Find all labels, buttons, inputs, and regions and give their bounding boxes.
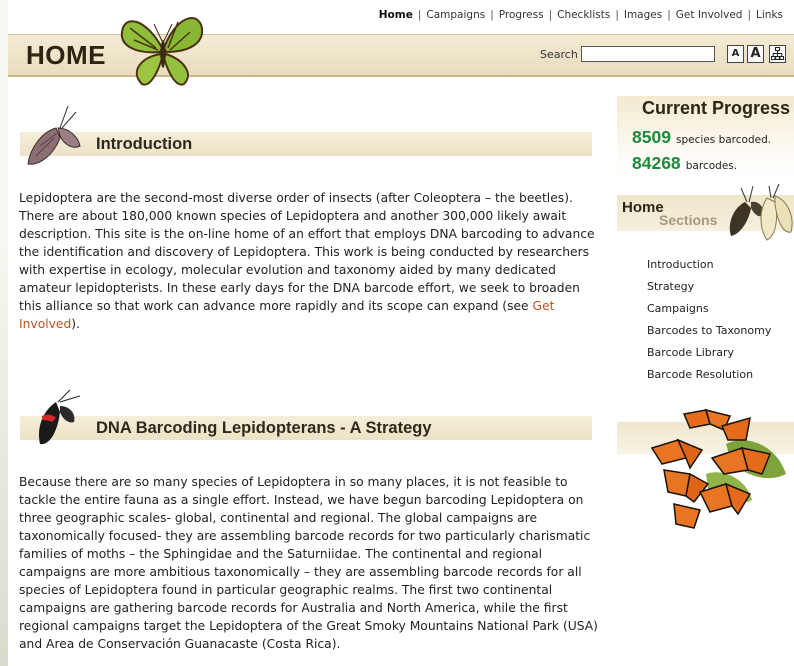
moths-pair-icon [729,183,793,241]
current-progress-title: Current Progress [642,98,791,118]
nav-checklists[interactable]: Checklists [552,9,615,21]
page-title: HOME [26,40,106,70]
section-link-barcode-resolution[interactable]: Barcode Resolution [647,364,771,386]
monarch-butterflies-image [650,408,786,529]
barcodes-stat: 84268 barcodes. [632,153,737,174]
home-sections-home-label: Home [622,199,664,216]
barcode-count: 84268 [632,153,681,173]
section-heading-strategy: DNA Barcoding Lepidopterans - A Strategy [20,416,592,440]
top-navigation: Home | Campaigns | Progress | Checklists | Image… [374,9,788,21]
font-size-small-button[interactable]: A [727,45,744,63]
malachite-butterfly-logo [120,17,204,86]
font-size-large-button[interactable]: A [747,45,764,63]
section-link-barcodes-to-taxonomy[interactable]: Barcodes to Taxonomy [647,320,771,342]
section-link-introduction[interactable]: Introduction [647,254,771,276]
strategy-paragraph: Because there are so many species of Lep… [19,475,598,651]
home-sections-list: Introduction Strategy Campaigns Barcodes… [647,254,771,386]
nav-get-involved[interactable]: Get Involved [671,9,748,21]
section-link-barcode-library[interactable]: Barcode Library [647,342,771,364]
nav-links[interactable]: Links [751,9,788,21]
introduction-paragraph: Lepidoptera are the second-most diverse … [19,191,595,331]
section-heading-introduction: Introduction [20,132,592,156]
red-moth-icon [38,389,81,445]
search-label: Search [540,48,578,61]
strategy-heading: DNA Barcoding Lepidopterans - A Strategy [96,419,432,437]
species-barcoded-stat: 8509 species barcoded. [632,127,771,148]
nav-images[interactable]: Images [619,9,667,21]
nav-campaigns[interactable]: Campaigns [421,9,490,21]
nav-home[interactable]: Home [374,9,418,21]
species-label: species barcoded. [676,134,772,146]
sitemap-button[interactable] [769,45,786,63]
nav-progress[interactable]: Progress [494,9,549,21]
section-link-strategy[interactable]: Strategy [647,276,771,298]
moth-icon [27,105,81,165]
species-count: 8509 [632,127,671,147]
introduction-heading: Introduction [96,135,193,153]
section-link-campaigns[interactable]: Campaigns [647,298,771,320]
barcode-label: barcodes. [685,160,738,172]
home-sections-sections-label: Sections [659,212,718,228]
sitemap-icon [771,47,784,60]
search-input[interactable] [581,46,715,62]
